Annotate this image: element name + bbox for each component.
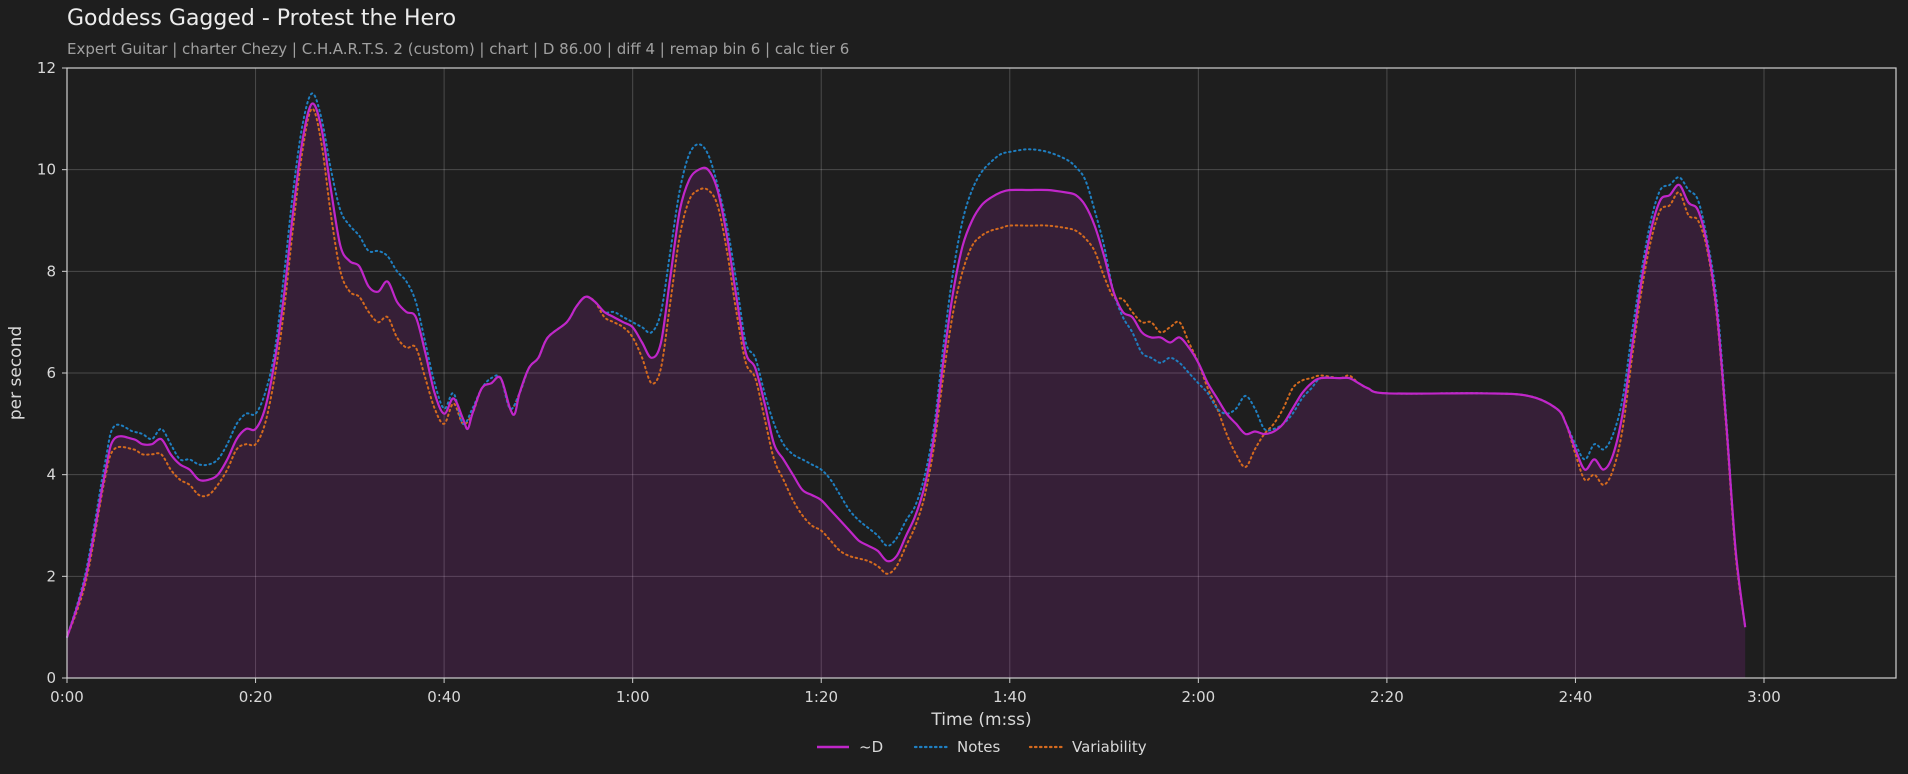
y-tick-label: 2	[46, 567, 56, 585]
y-tick-label: 6	[46, 364, 56, 382]
x-tick-label: 0:20	[239, 688, 273, 706]
x-tick-label: 1:40	[993, 688, 1027, 706]
x-axis-label: Time (m:ss)	[930, 710, 1031, 730]
series-fills	[67, 103, 1746, 678]
x-tick-label: 2:20	[1370, 688, 1404, 706]
legend-label: Notes	[957, 738, 1001, 756]
x-tick-label: 1:20	[804, 688, 838, 706]
line-chart: 0:00 0:20 0:40 1:00 1:20 1:40 2:00 2:20 2:40 3:00…	[6, 59, 1897, 756]
legend-label: Variability	[1072, 738, 1147, 756]
x-tick-label: 3:00	[1747, 688, 1781, 706]
y-axis-ticks: 0 2 4 6 8 10 12	[37, 59, 67, 687]
y-tick-label: 8	[46, 262, 56, 280]
y-tick-label: 12	[37, 59, 56, 77]
x-axis-ticks: 0:00 0:20 0:40 1:00 1:20 1:40 2:00 2:20 2:40 3:00	[50, 678, 1781, 706]
x-tick-label: 2:00	[1181, 688, 1215, 706]
y-axis-label: per second	[6, 326, 26, 420]
x-tick-label: 1:00	[616, 688, 650, 706]
series-fill-d	[67, 103, 1746, 678]
legend-label: ~D	[859, 738, 883, 756]
x-tick-label: 0:00	[50, 688, 84, 706]
x-tick-label: 0:40	[427, 688, 461, 706]
legend: ~D Notes Variability	[817, 738, 1147, 756]
y-tick-label: 10	[37, 161, 56, 179]
y-tick-label: 0	[46, 669, 56, 687]
y-tick-label: 4	[46, 466, 56, 484]
x-tick-label: 2:40	[1559, 688, 1593, 706]
